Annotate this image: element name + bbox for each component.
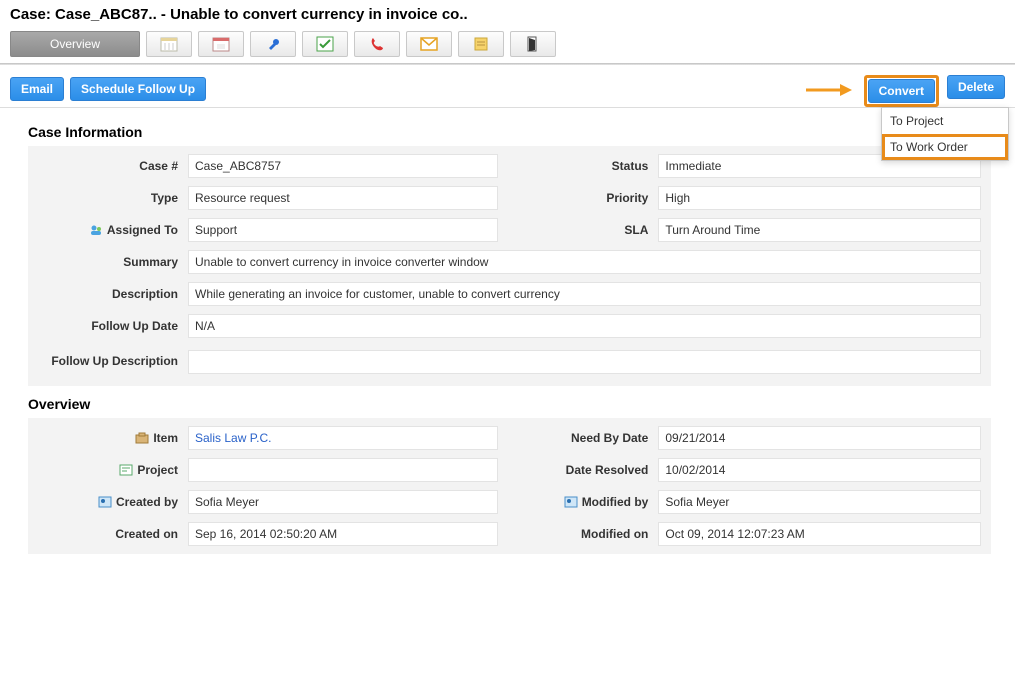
convert-button[interactable]: Convert [868, 79, 935, 103]
email-button[interactable]: Email [10, 77, 64, 101]
calendar-day-icon[interactable] [198, 31, 244, 57]
icon-toolbar: Overview [0, 27, 1015, 63]
value-item[interactable]: Salis Law P.C. [188, 426, 498, 450]
value-summary: Unable to convert currency in invoice co… [188, 250, 981, 274]
label-follow-up-description: Follow Up Description [38, 346, 188, 378]
item-link[interactable]: Salis Law P.C. [195, 431, 271, 445]
value-sla: Turn Around Time [658, 218, 981, 242]
section-overview: Overview [28, 396, 991, 412]
section-case-information: Case Information [28, 124, 991, 140]
label-modified-on: Modified on [528, 527, 658, 541]
phone-icon[interactable] [354, 31, 400, 57]
convert-dropdown: To Project To Work Order [881, 107, 1009, 161]
label-status: Status [528, 159, 658, 173]
value-need-by-date: 09/21/2014 [658, 426, 981, 450]
project-icon [119, 464, 133, 476]
toolbar-divider [0, 63, 1015, 65]
task-check-icon[interactable] [302, 31, 348, 57]
label-priority: Priority [528, 191, 658, 205]
value-case-no: Case_ABC8757 [188, 154, 498, 178]
label-created-by: Created by [38, 495, 188, 509]
value-follow-up-description [188, 350, 981, 374]
dropdown-to-project[interactable]: To Project [882, 108, 1008, 134]
dropdown-to-work-order[interactable]: To Work Order [882, 134, 1008, 160]
value-project [188, 458, 498, 482]
value-assigned-to: Support [188, 218, 498, 242]
label-created-on: Created on [38, 527, 188, 541]
value-created-on: Sep 16, 2014 02:50:20 AM [188, 522, 498, 546]
label-description: Description [38, 287, 188, 301]
annotation-arrow-icon [804, 81, 852, 99]
exit-door-icon[interactable] [510, 31, 556, 57]
label-item: Item [38, 431, 188, 445]
label-case-no: Case # [38, 159, 188, 173]
value-created-by: Sofia Meyer [188, 490, 498, 514]
label-summary: Summary [38, 255, 188, 269]
email-icon[interactable] [406, 31, 452, 57]
delete-button[interactable]: Delete [947, 75, 1005, 99]
label-need-by-date: Need By Date [528, 431, 658, 445]
case-icon [135, 432, 149, 444]
label-modified-by: Modified by [528, 495, 658, 509]
calendar-month-icon[interactable] [146, 31, 192, 57]
value-priority: High [658, 186, 981, 210]
label-project: Project [38, 463, 188, 477]
pin-icon[interactable] [250, 31, 296, 57]
action-bar: Email Schedule Follow Up Convert To Proj… [0, 71, 1015, 108]
note-icon[interactable] [458, 31, 504, 57]
label-date-resolved: Date Resolved [528, 463, 658, 477]
overview-panel: Item Salis Law P.C. Need By Date 09/21/2… [28, 418, 991, 554]
value-modified-by: Sofia Meyer [658, 490, 981, 514]
label-assigned-to: Assigned To [38, 223, 188, 237]
value-type: Resource request [188, 186, 498, 210]
user-card-icon [564, 496, 578, 508]
user-card-icon [98, 496, 112, 508]
schedule-follow-up-button[interactable]: Schedule Follow Up [70, 77, 206, 101]
value-date-resolved: 10/02/2014 [658, 458, 981, 482]
case-information-panel: Case # Case_ABC8757 Status Immediate Typ… [28, 146, 991, 386]
page-title: Case: Case_ABC87.. - Unable to convert c… [0, 0, 1015, 27]
value-description: While generating an invoice for customer… [188, 282, 981, 306]
label-sla: SLA [528, 223, 658, 237]
label-type: Type [38, 191, 188, 205]
label-follow-up-date: Follow Up Date [38, 319, 188, 333]
value-follow-up-date: N/A [188, 314, 981, 338]
people-icon [89, 224, 103, 236]
value-modified-on: Oct 09, 2014 12:07:23 AM [658, 522, 981, 546]
convert-highlight: Convert [864, 75, 939, 107]
tab-overview[interactable]: Overview [10, 31, 140, 57]
